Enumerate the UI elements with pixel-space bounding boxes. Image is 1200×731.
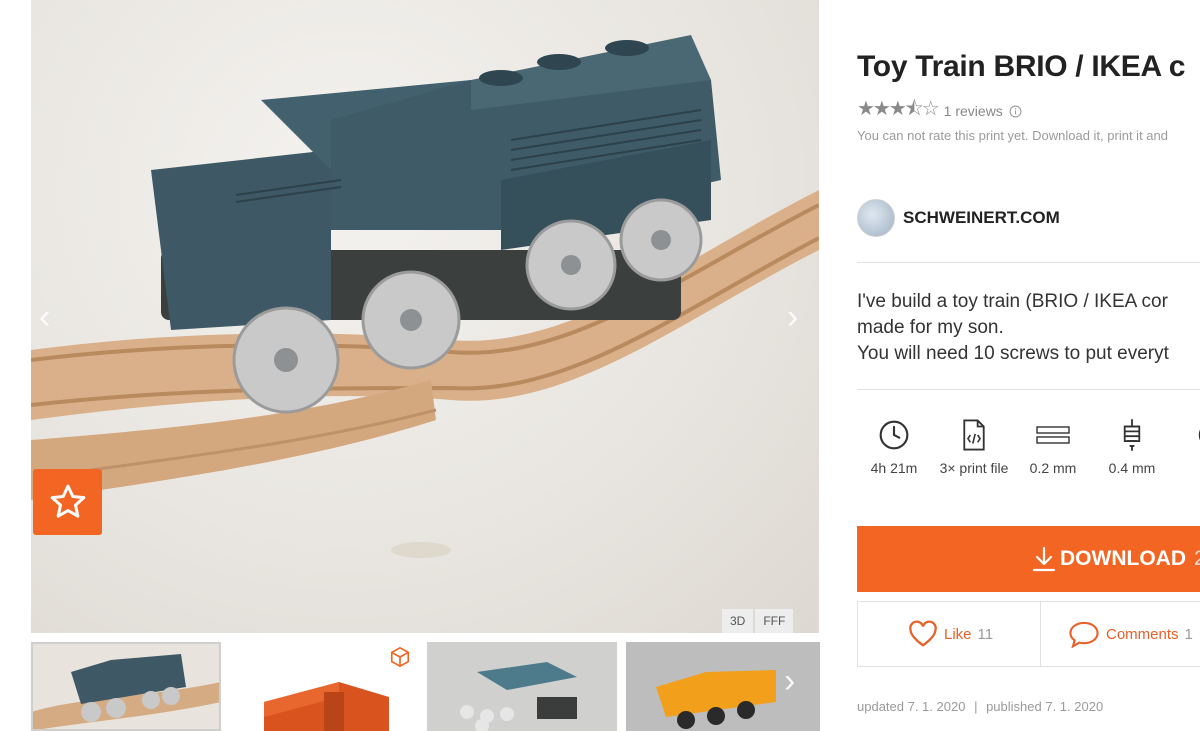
description-line: I've build a toy train (BRIO / IKEA cor	[857, 291, 1168, 312]
comment-icon	[1069, 621, 1099, 648]
author-link[interactable]: SCHWEINERT.COM	[857, 199, 1060, 237]
description-line: You will need 10 screws to put everyt	[857, 343, 1169, 364]
gallery: ‹ › 3D FFF ›	[0, 0, 820, 731]
divider	[857, 389, 1200, 390]
thumbnail-strip: ›	[31, 642, 820, 731]
description-line: made for my son.	[857, 317, 1004, 338]
download-icon	[1032, 546, 1056, 572]
thumbnail-image	[31, 654, 221, 731]
reviews-link[interactable]: 1 reviews	[944, 103, 1003, 119]
format-tag-3d: 3D	[722, 609, 754, 633]
param-more	[1171, 418, 1200, 468]
next-arrow-icon[interactable]: ›	[787, 300, 798, 334]
train-photo	[31, 35, 819, 558]
thumbnail-2[interactable]	[229, 642, 419, 731]
like-label: Like	[944, 625, 972, 643]
param-print-time: 4h 21m	[857, 418, 934, 476]
format-tag-fff: FFF	[755, 609, 794, 633]
divider	[857, 262, 1200, 263]
thumb-next-arrow-icon[interactable]: ›	[784, 664, 795, 698]
param-layer-height: 0.2 mm	[1013, 418, 1093, 476]
like-count: 11	[977, 625, 994, 643]
divider	[1040, 602, 1041, 666]
heart-icon	[909, 620, 937, 647]
rating-row: ★★★⯪☆ 1 reviews	[857, 94, 1022, 128]
cube-icon	[390, 646, 410, 668]
format-tags: 3D FFF	[722, 609, 794, 633]
date-separator: |	[974, 699, 978, 714]
clock-icon	[879, 420, 909, 450]
star-icon	[50, 484, 85, 518]
model-info-panel: Toy Train BRIO / IKEA c ★★★⯪☆ 1 reviews …	[857, 0, 1200, 731]
main-photo[interactable]: ‹ ›	[31, 0, 819, 633]
page-title: Toy Train BRIO / IKEA c	[857, 50, 1186, 83]
download-button[interactable]: DOWNLOAD 2	[857, 526, 1200, 592]
comments-button[interactable]: Comments 1	[1068, 602, 1193, 666]
thumbnail-image	[460, 662, 577, 731]
param-print-files: 3× print file	[934, 418, 1014, 476]
file-code-icon	[963, 419, 985, 451]
param-label: 4h 21m	[870, 460, 918, 476]
description: I've build a toy train (BRIO / IKEA cor …	[857, 289, 1169, 367]
thumbnail-1[interactable]	[31, 642, 221, 731]
rating-stars-icon: ★★★⯪☆	[857, 98, 940, 120]
gear-icon	[1198, 429, 1200, 441]
param-label: 0.4 mm	[1108, 460, 1156, 476]
publish-dates: updated 7. 1. 2020 | published 7. 1. 202…	[857, 699, 1103, 714]
thumbnail-4[interactable]: ›	[626, 642, 820, 731]
download-count: 2	[1193, 547, 1200, 570]
like-button[interactable]: Like 11	[908, 602, 993, 666]
rating-note: You can not rate this print yet. Downloa…	[857, 128, 1168, 143]
param-label: 0.2 mm	[1029, 460, 1077, 476]
layer-height-icon	[1036, 426, 1070, 444]
param-nozzle: 0.4 mm	[1092, 418, 1172, 476]
nozzle-icon	[1123, 419, 1141, 451]
comments-label: Comments	[1106, 625, 1179, 643]
param-label: 3× print file	[939, 460, 1009, 476]
prev-arrow-icon[interactable]: ‹	[39, 300, 50, 334]
avatar	[857, 199, 895, 237]
favorite-button[interactable]	[33, 469, 102, 535]
updated-date: updated 7. 1. 2020	[857, 699, 966, 714]
published-date: published 7. 1. 2020	[986, 699, 1104, 714]
download-label: DOWNLOAD	[1060, 547, 1186, 570]
info-icon[interactable]	[1009, 105, 1022, 118]
author-name: SCHWEINERT.COM	[903, 208, 1060, 227]
thumbnail-3[interactable]	[427, 642, 617, 731]
comments-count: 1	[1184, 625, 1193, 643]
social-actions: Like 11 Comments 1	[857, 601, 1200, 667]
